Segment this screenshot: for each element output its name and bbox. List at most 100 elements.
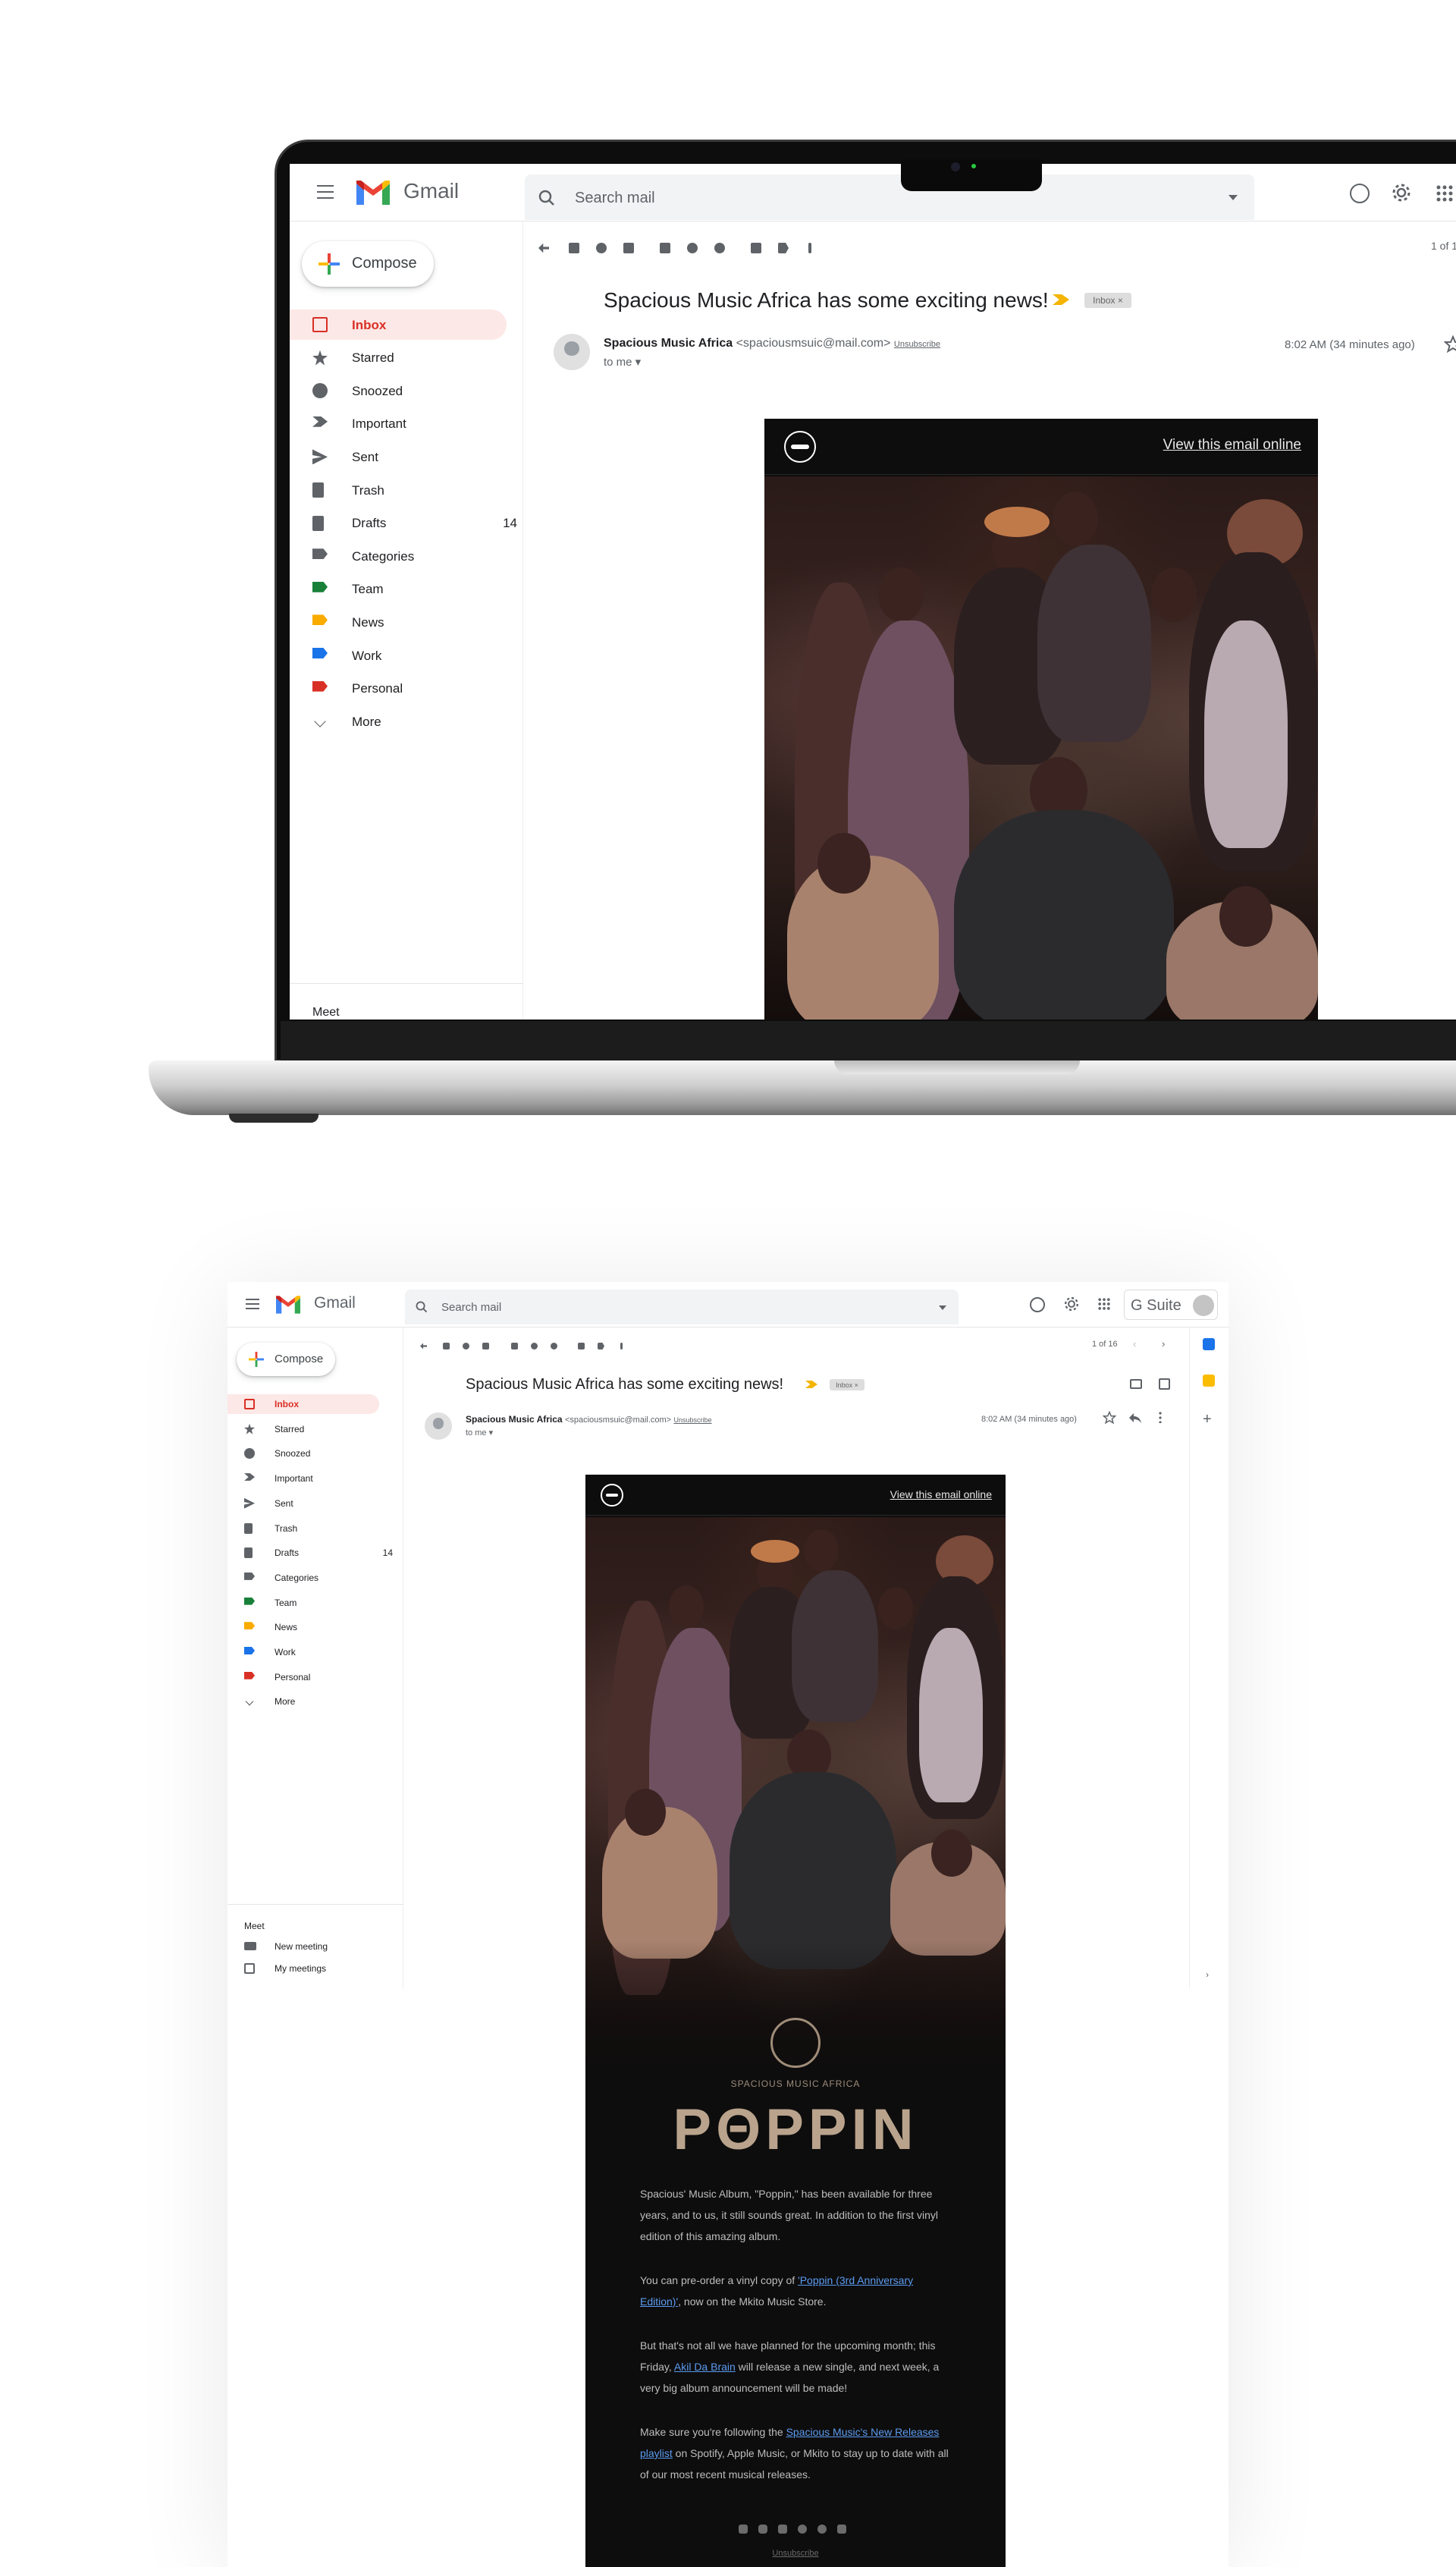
sidebar-item-work[interactable]: Work (228, 1642, 379, 1662)
back-arrow-icon[interactable] (538, 243, 549, 253)
labels-icon[interactable] (778, 243, 789, 253)
search-icon[interactable] (416, 1301, 428, 1313)
sidebar-item-news[interactable]: News (290, 607, 507, 637)
unsubscribe-link[interactable]: Unsubscribe (673, 1416, 711, 1424)
snooze-icon[interactable] (687, 243, 698, 253)
snooze-icon[interactable] (531, 1343, 538, 1349)
older-icon[interactable]: ‹ (1133, 1338, 1136, 1349)
open-new-window-icon[interactable] (1159, 1378, 1170, 1390)
twitter-icon[interactable] (739, 2525, 748, 2534)
sidebar-item-categories[interactable]: Categories (290, 541, 507, 571)
inbox-label-chip[interactable]: Inbox × (1084, 293, 1131, 308)
sidebar-item-trash[interactable]: Trash (290, 475, 507, 505)
sidebar-item-news[interactable]: News (228, 1617, 379, 1637)
keep-addon-icon[interactable] (1203, 1375, 1215, 1387)
report-spam-icon[interactable] (596, 243, 607, 253)
facebook-icon[interactable] (778, 2525, 787, 2534)
help-icon[interactable] (1350, 184, 1370, 203)
main-menu-icon[interactable] (317, 185, 334, 199)
move-to-icon[interactable] (578, 1343, 585, 1349)
sidebar-item-trash[interactable]: Trash (228, 1519, 379, 1538)
archive-icon[interactable] (569, 243, 579, 253)
archive-icon[interactable] (443, 1343, 450, 1349)
gear-icon[interactable] (1391, 182, 1412, 203)
sidebar-item-snoozed[interactable]: Snoozed (290, 375, 507, 406)
add-task-icon[interactable] (714, 243, 725, 253)
sidebar-item-label: Inbox (275, 1399, 299, 1409)
sidebar-item-drafts[interactable]: Drafts 14 (228, 1543, 393, 1563)
sidebar-item-more[interactable]: More (228, 1692, 379, 1711)
star-icon[interactable] (1103, 1411, 1116, 1425)
view-online-link[interactable]: View this email online (890, 1488, 992, 1500)
my-meetings-link[interactable]: My meetings (275, 1963, 326, 1974)
delete-icon[interactable] (623, 243, 634, 253)
report-spam-icon[interactable] (463, 1343, 469, 1349)
more-options-icon[interactable] (1159, 1411, 1162, 1423)
inbox-label-chip[interactable]: Inbox × (830, 1379, 864, 1390)
important-marker-icon[interactable] (805, 1381, 817, 1388)
compose-button[interactable]: Compose (302, 241, 434, 287)
footer-unsubscribe-link[interactable]: Unsubscribe (585, 2549, 1006, 2558)
sidebar-item-important[interactable]: Important (290, 409, 507, 439)
medium-icon[interactable] (837, 2525, 846, 2534)
unsubscribe-link[interactable]: Unsubscribe (894, 340, 940, 349)
sidebar-item-drafts[interactable]: Drafts 14 (290, 508, 517, 539)
move-to-icon[interactable] (751, 243, 761, 253)
gear-icon[interactable] (1063, 1296, 1080, 1312)
more-vert-icon[interactable] (808, 243, 811, 253)
apps-grid-icon[interactable] (1098, 1298, 1110, 1310)
search-bar[interactable]: Search mail (525, 174, 1254, 220)
artist-link[interactable]: Akil Da Brain (674, 2361, 736, 2373)
reply-icon[interactable] (1128, 1412, 1142, 1425)
recipient-line[interactable]: to me ▾ (466, 1428, 493, 1437)
expand-panel-icon[interactable]: › (1206, 1969, 1209, 1980)
sidebar-item-categories[interactable]: Categories (228, 1568, 379, 1588)
pinterest-icon[interactable] (798, 2525, 807, 2534)
back-arrow-icon[interactable] (420, 1343, 427, 1349)
add-task-icon[interactable] (551, 1343, 557, 1349)
compose-button[interactable]: Compose (237, 1343, 335, 1376)
more-vert-icon[interactable] (620, 1343, 623, 1349)
search-input[interactable]: Search mail (575, 190, 655, 207)
help-icon[interactable] (1030, 1297, 1045, 1312)
search-input[interactable]: Search mail (441, 1301, 501, 1314)
instagram-icon[interactable] (758, 2525, 767, 2534)
new-meeting-link[interactable]: New meeting (275, 1941, 328, 1952)
recipient-line[interactable]: to me ▾ (604, 355, 641, 369)
sidebar-item-inbox[interactable]: Inbox (290, 309, 507, 340)
sidebar-item-sent[interactable]: Sent (290, 441, 507, 472)
important-marker-icon[interactable] (1053, 294, 1069, 305)
avatar[interactable] (1193, 1295, 1214, 1316)
sidebar-item-team[interactable]: Team (290, 574, 507, 605)
search-bar[interactable]: Search mail (405, 1290, 959, 1324)
sidebar-item-snoozed[interactable]: Snoozed (228, 1444, 379, 1463)
labels-icon[interactable] (598, 1343, 604, 1349)
sidebar-item-personal[interactable]: Personal (290, 674, 507, 704)
search-options-icon[interactable] (939, 1305, 946, 1310)
sidebar-item-work[interactable]: Work (290, 640, 507, 671)
sidebar-item-label: Work (275, 1647, 296, 1657)
sidebar-item-more[interactable]: More (290, 706, 507, 737)
sidebar-item-important[interactable]: Important (228, 1469, 379, 1488)
print-icon[interactable] (1130, 1379, 1142, 1389)
account-switcher[interactable]: G Suite (1124, 1290, 1218, 1320)
mark-unread-icon[interactable] (660, 243, 670, 253)
sidebar-item-inbox[interactable]: Inbox (228, 1394, 379, 1414)
apps-grid-icon[interactable] (1436, 185, 1453, 202)
sidebar-item-sent[interactable]: Sent (228, 1494, 379, 1513)
add-addon-icon[interactable]: + (1203, 1411, 1212, 1428)
sidebar-item-personal[interactable]: Personal (228, 1667, 379, 1687)
sidebar-item-team[interactable]: Team (228, 1593, 379, 1613)
view-online-link[interactable]: View this email online (1163, 437, 1301, 454)
search-options-icon[interactable] (1228, 195, 1238, 200)
sidebar-item-starred[interactable]: Starred (290, 343, 507, 373)
search-icon[interactable] (538, 190, 555, 206)
star-icon[interactable] (1444, 335, 1456, 353)
spotify-icon[interactable] (817, 2525, 827, 2534)
calendar-addon-icon[interactable] (1203, 1338, 1215, 1350)
delete-icon[interactable] (482, 1343, 489, 1349)
main-menu-icon[interactable] (246, 1299, 259, 1309)
mark-unread-icon[interactable] (511, 1343, 518, 1349)
newer-icon[interactable]: › (1162, 1338, 1165, 1349)
sidebar-item-starred[interactable]: Starred (228, 1419, 379, 1439)
